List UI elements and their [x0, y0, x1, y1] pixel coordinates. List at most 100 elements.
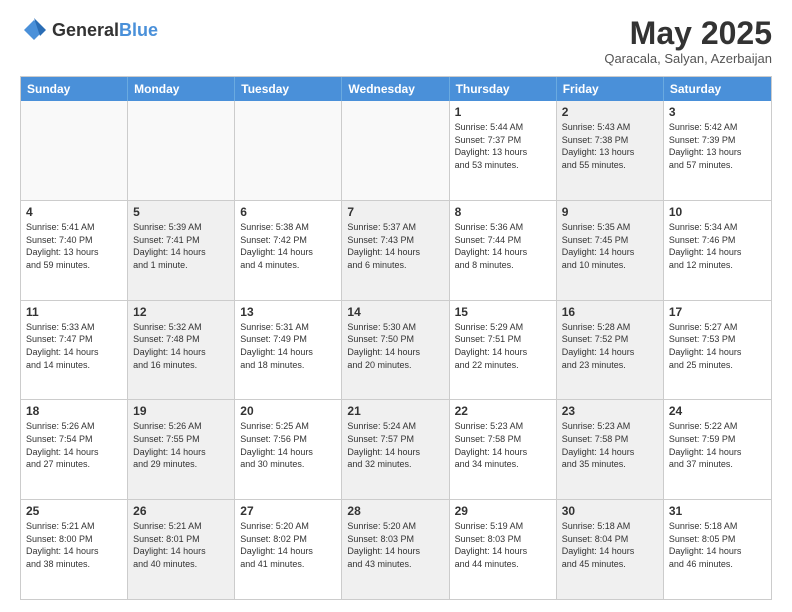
day-number: 6: [240, 205, 336, 219]
calendar-cell: 16 Sunrise: 5:28 AM Sunset: 7:52 PM Dayli…: [557, 301, 664, 400]
calendar-cell: 11Sunrise: 5:33 AM Sunset: 7:47 PM Dayli…: [21, 301, 128, 400]
month-title: May 2025: [604, 16, 772, 51]
header-wednesday: Wednesday: [342, 77, 449, 101]
calendar-row-1: 4Sunrise: 5:41 AM Sunset: 7:40 PM Daylig…: [21, 200, 771, 300]
day-info: Sunrise: 5:25 AM Sunset: 7:56 PM Dayligh…: [240, 420, 336, 470]
day-info: Sunrise: 5:19 AM Sunset: 8:03 PM Dayligh…: [455, 520, 551, 570]
calendar-cell: 28Sunrise: 5:20 AM Sunset: 8:03 PM Dayli…: [342, 500, 449, 599]
day-info: Sunrise: 5:18 AM Sunset: 8:05 PM Dayligh…: [669, 520, 766, 570]
calendar-cell: 22Sunrise: 5:23 AM Sunset: 7:58 PM Dayli…: [450, 400, 557, 499]
calendar-cell: 10Sunrise: 5:34 AM Sunset: 7:46 PM Dayli…: [664, 201, 771, 300]
calendar-header: Sunday Monday Tuesday Wednesday Thursday…: [21, 77, 771, 101]
calendar-cell: 3Sunrise: 5:42 AM Sunset: 7:39 PM Daylig…: [664, 101, 771, 200]
day-info: Sunrise: 5:38 AM Sunset: 7:42 PM Dayligh…: [240, 221, 336, 271]
calendar-cell: 5 Sunrise: 5:39 AM Sunset: 7:41 PM Daylig…: [128, 201, 235, 300]
day-number: 11: [26, 305, 122, 319]
day-number: 13: [240, 305, 336, 319]
day-number: 26: [133, 504, 229, 518]
calendar-cell: 8 Sunrise: 5:36 AM Sunset: 7:44 PM Daylig…: [450, 201, 557, 300]
day-info: Sunrise: 5:27 AM Sunset: 7:53 PM Dayligh…: [669, 321, 766, 371]
day-number: 2: [562, 105, 658, 119]
header-monday: Monday: [128, 77, 235, 101]
logo-general: General: [52, 20, 119, 40]
day-number: 7: [347, 205, 443, 219]
day-info: Sunrise: 5:21 AM Sunset: 8:00 PM Dayligh…: [26, 520, 122, 570]
day-info: Sunrise: 5:41 AM Sunset: 7:40 PM Dayligh…: [26, 221, 122, 271]
day-info: Sunrise: 5:34 AM Sunset: 7:46 PM Dayligh…: [669, 221, 766, 271]
calendar-row-0: 1 Sunrise: 5:44 AM Sunset: 7:37 PM Daylig…: [21, 101, 771, 200]
calendar-cell: 24 Sunrise: 5:22 AM Sunset: 7:59 PM Dayli…: [664, 400, 771, 499]
day-number: 22: [455, 404, 551, 418]
day-info: Sunrise: 5:31 AM Sunset: 7:49 PM Dayligh…: [240, 321, 336, 371]
day-info: Sunrise: 5:24 AM Sunset: 7:57 PM Dayligh…: [347, 420, 443, 470]
header-right: May 2025 Qaracala, Salyan, Azerbaijan: [604, 16, 772, 66]
calendar-cell: 25 Sunrise: 5:21 AM Sunset: 8:00 PM Dayli…: [21, 500, 128, 599]
calendar-cell: 30Sunrise: 5:18 AM Sunset: 8:04 PM Dayli…: [557, 500, 664, 599]
calendar-cell: 15 Sunrise: 5:29 AM Sunset: 7:51 PM Dayli…: [450, 301, 557, 400]
calendar-cell: 9 Sunrise: 5:35 AM Sunset: 7:45 PM Daylig…: [557, 201, 664, 300]
day-info: Sunrise: 5:30 AM Sunset: 7:50 PM Dayligh…: [347, 321, 443, 371]
calendar-row-2: 11Sunrise: 5:33 AM Sunset: 7:47 PM Dayli…: [21, 300, 771, 400]
day-number: 30: [562, 504, 658, 518]
day-info: Sunrise: 5:29 AM Sunset: 7:51 PM Dayligh…: [455, 321, 551, 371]
calendar-cell: 1 Sunrise: 5:44 AM Sunset: 7:37 PM Daylig…: [450, 101, 557, 200]
calendar-cell: 17 Sunrise: 5:27 AM Sunset: 7:53 PM Dayli…: [664, 301, 771, 400]
header-saturday: Saturday: [664, 77, 771, 101]
day-info: Sunrise: 5:22 AM Sunset: 7:59 PM Dayligh…: [669, 420, 766, 470]
day-info: Sunrise: 5:28 AM Sunset: 7:52 PM Dayligh…: [562, 321, 658, 371]
day-number: 8: [455, 205, 551, 219]
calendar-cell: 26 Sunrise: 5:21 AM Sunset: 8:01 PM Dayli…: [128, 500, 235, 599]
day-info: Sunrise: 5:32 AM Sunset: 7:48 PM Dayligh…: [133, 321, 229, 371]
day-number: 18: [26, 404, 122, 418]
header-sunday: Sunday: [21, 77, 128, 101]
calendar-cell: 23 Sunrise: 5:23 AM Sunset: 7:58 PM Dayli…: [557, 400, 664, 499]
day-info: Sunrise: 5:20 AM Sunset: 8:02 PM Dayligh…: [240, 520, 336, 570]
day-number: 14: [347, 305, 443, 319]
day-number: 31: [669, 504, 766, 518]
calendar-cell: [21, 101, 128, 200]
calendar-cell: 27Sunrise: 5:20 AM Sunset: 8:02 PM Dayli…: [235, 500, 342, 599]
day-info: Sunrise: 5:35 AM Sunset: 7:45 PM Dayligh…: [562, 221, 658, 271]
day-number: 9: [562, 205, 658, 219]
day-number: 17: [669, 305, 766, 319]
day-info: Sunrise: 5:39 AM Sunset: 7:41 PM Dayligh…: [133, 221, 229, 271]
calendar-cell: 31 Sunrise: 5:18 AM Sunset: 8:05 PM Dayli…: [664, 500, 771, 599]
day-number: 29: [455, 504, 551, 518]
header-thursday: Thursday: [450, 77, 557, 101]
calendar-cell: 19Sunrise: 5:26 AM Sunset: 7:55 PM Dayli…: [128, 400, 235, 499]
day-number: 25: [26, 504, 122, 518]
calendar-cell: [128, 101, 235, 200]
calendar-row-3: 18Sunrise: 5:26 AM Sunset: 7:54 PM Dayli…: [21, 399, 771, 499]
calendar-cell: [342, 101, 449, 200]
logo-icon: [20, 16, 48, 44]
header-friday: Friday: [557, 77, 664, 101]
day-number: 23: [562, 404, 658, 418]
day-number: 5: [133, 205, 229, 219]
calendar-cell: 7Sunrise: 5:37 AM Sunset: 7:43 PM Daylig…: [342, 201, 449, 300]
calendar-cell: 6 Sunrise: 5:38 AM Sunset: 7:42 PM Daylig…: [235, 201, 342, 300]
day-number: 1: [455, 105, 551, 119]
day-number: 24: [669, 404, 766, 418]
day-info: Sunrise: 5:36 AM Sunset: 7:44 PM Dayligh…: [455, 221, 551, 271]
day-number: 16: [562, 305, 658, 319]
day-info: Sunrise: 5:21 AM Sunset: 8:01 PM Dayligh…: [133, 520, 229, 570]
day-number: 3: [669, 105, 766, 119]
calendar-cell: 21 Sunrise: 5:24 AM Sunset: 7:57 PM Dayli…: [342, 400, 449, 499]
logo-blue: Blue: [119, 20, 158, 40]
day-number: 19: [133, 404, 229, 418]
day-number: 21: [347, 404, 443, 418]
calendar-cell: 14 Sunrise: 5:30 AM Sunset: 7:50 PM Dayli…: [342, 301, 449, 400]
day-number: 15: [455, 305, 551, 319]
header-tuesday: Tuesday: [235, 77, 342, 101]
calendar-row-4: 25 Sunrise: 5:21 AM Sunset: 8:00 PM Dayli…: [21, 499, 771, 599]
day-info: Sunrise: 5:20 AM Sunset: 8:03 PM Dayligh…: [347, 520, 443, 570]
calendar-cell: 2 Sunrise: 5:43 AM Sunset: 7:38 PM Daylig…: [557, 101, 664, 200]
page: GeneralBlue May 2025 Qaracala, Salyan, A…: [0, 0, 792, 612]
calendar-body: 1 Sunrise: 5:44 AM Sunset: 7:37 PM Daylig…: [21, 101, 771, 599]
day-info: Sunrise: 5:43 AM Sunset: 7:38 PM Dayligh…: [562, 121, 658, 171]
day-info: Sunrise: 5:44 AM Sunset: 7:37 PM Dayligh…: [455, 121, 551, 171]
calendar-cell: 29 Sunrise: 5:19 AM Sunset: 8:03 PM Dayli…: [450, 500, 557, 599]
calendar: Sunday Monday Tuesday Wednesday Thursday…: [20, 76, 772, 600]
calendar-cell: 18Sunrise: 5:26 AM Sunset: 7:54 PM Dayli…: [21, 400, 128, 499]
day-info: Sunrise: 5:23 AM Sunset: 7:58 PM Dayligh…: [562, 420, 658, 470]
